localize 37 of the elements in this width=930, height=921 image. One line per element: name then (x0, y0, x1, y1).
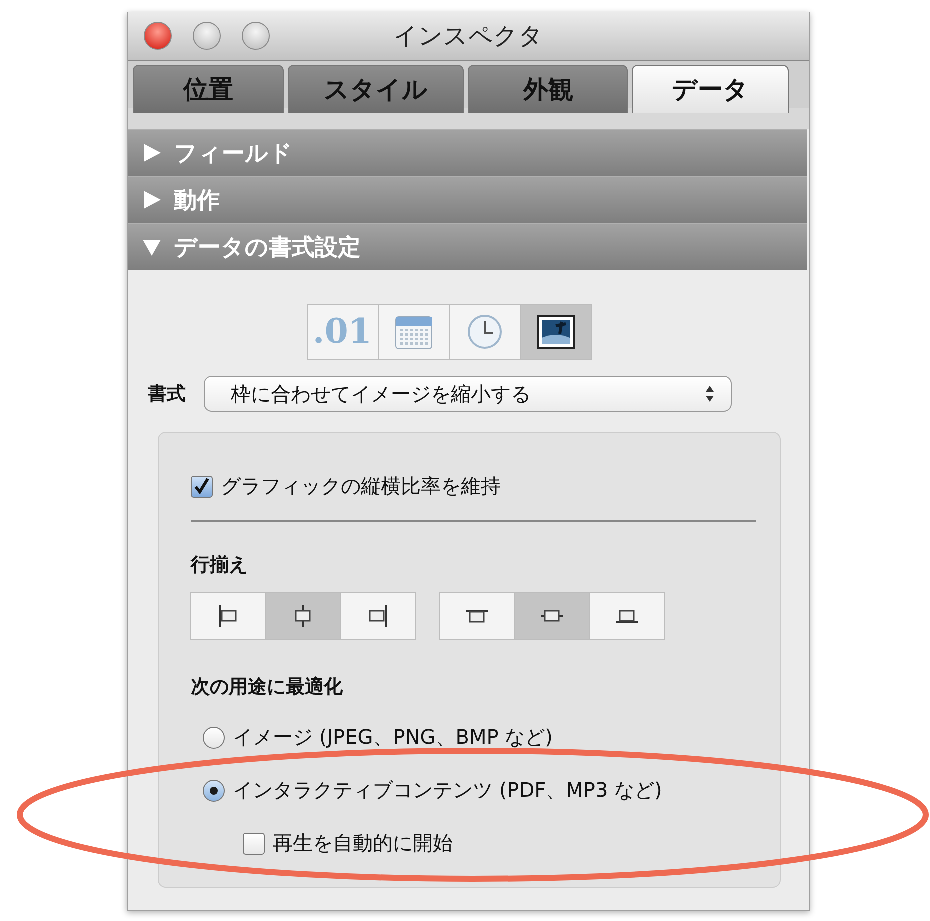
section-header[interactable]: データの書式設定 (128, 223, 807, 270)
vertical-align-icon (466, 610, 488, 622)
up-down-arrows-icon (705, 385, 715, 403)
alignment-button[interactable] (439, 592, 515, 640)
disclosure-triangle-icon (142, 143, 162, 163)
radio-option[interactable]: インタラクティブコンテンツ (PDF、MP3 など) (203, 777, 756, 804)
format-label: 書式 (148, 382, 186, 407)
window-title: インスペクタ (394, 21, 544, 52)
alignment-label: 行揃え (191, 553, 249, 578)
image-icon (536, 314, 576, 350)
horizontal-align-icon (295, 605, 311, 627)
tab[interactable]: データ (632, 65, 789, 113)
section-header[interactable]: 動作 (128, 176, 807, 223)
zoom-button[interactable] (242, 22, 270, 50)
section-header[interactable]: フィールド (128, 129, 807, 176)
minimize-button[interactable] (193, 22, 221, 50)
autoplay-checkbox[interactable]: 再生を自動的に開始 (243, 830, 756, 857)
radio-option[interactable]: イメージ (JPEG、PNG、BMP など) (203, 724, 756, 751)
format-popup[interactable]: 枠に合わせてイメージを縮小する (204, 376, 732, 412)
aspect-ratio-checkbox[interactable]: グラフィックの縦横比率を維持 (191, 473, 756, 500)
alignment-button[interactable] (190, 592, 266, 640)
disclosure-triangle-icon (142, 190, 162, 210)
vertical-align-icon (616, 610, 638, 622)
tab[interactable]: 位置 (133, 65, 284, 113)
check-mark-icon (193, 478, 211, 496)
alignment-button[interactable] (340, 592, 416, 640)
vertical-align-icon (541, 610, 563, 622)
horizontal-align-icon (369, 605, 387, 627)
tab[interactable]: 外観 (468, 65, 628, 113)
disclosure-triangle-icon (142, 237, 162, 257)
optimize-label: 次の用途に最適化 (191, 675, 344, 700)
alignment-button[interactable] (589, 592, 665, 640)
close-button[interactable] (144, 22, 172, 50)
format-type-button[interactable] (520, 304, 592, 360)
clock-icon (466, 313, 504, 351)
tab[interactable]: スタイル (288, 65, 464, 113)
horizontal-align-icon (219, 605, 237, 627)
